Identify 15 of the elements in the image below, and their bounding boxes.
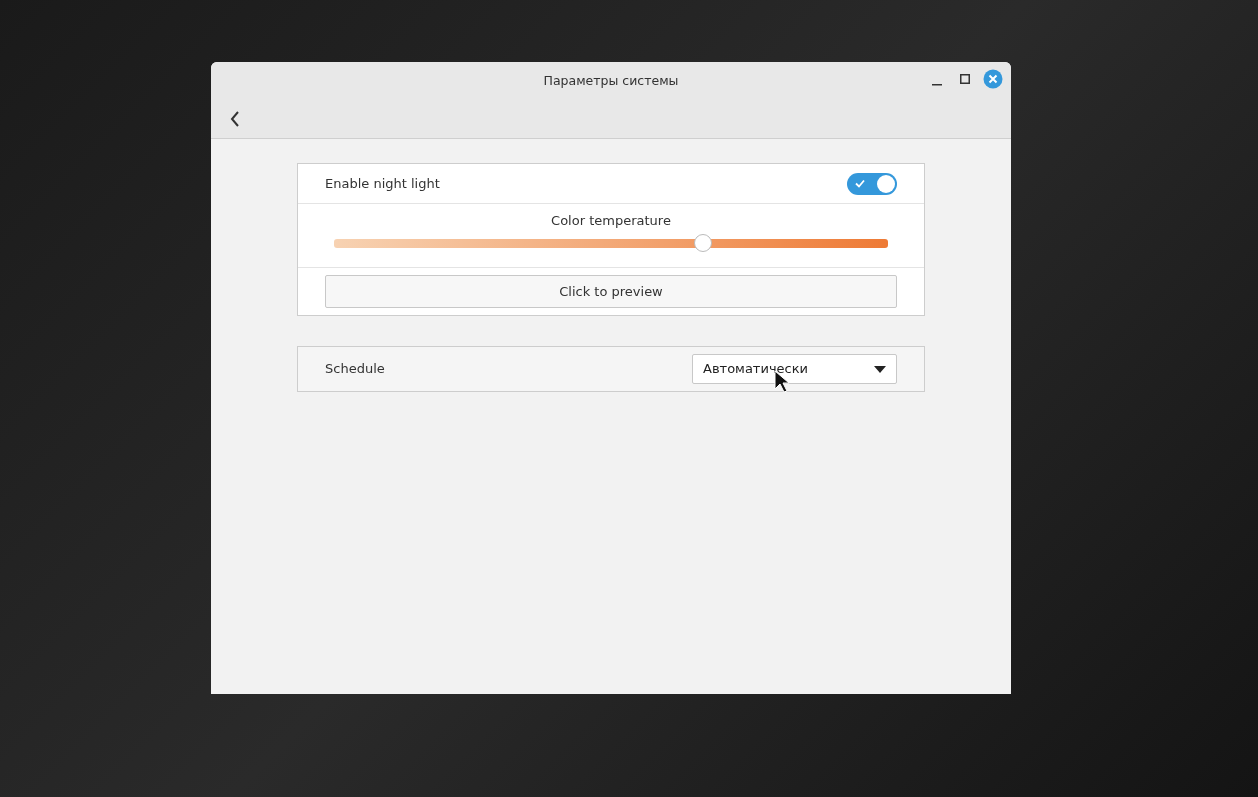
caret-icon (874, 365, 886, 373)
back-icon (230, 111, 240, 127)
minimize-icon (932, 84, 942, 86)
schedule-label: Schedule (325, 360, 385, 379)
maximize-icon (960, 74, 970, 84)
night-light-label: Enable night light (325, 174, 440, 193)
schedule-dropdown[interactable]: Автоматически (692, 354, 897, 384)
night-light-switch[interactable] (847, 172, 897, 195)
check-icon (855, 178, 865, 188)
window-title: Параметры системы (543, 71, 679, 90)
color-temperature-label: Color temperature (551, 213, 671, 228)
close-button[interactable] (983, 69, 1003, 89)
close-icon (983, 69, 1003, 89)
slider-thumb[interactable] (693, 234, 712, 252)
preview-button[interactable]: Click to preview (325, 275, 897, 308)
